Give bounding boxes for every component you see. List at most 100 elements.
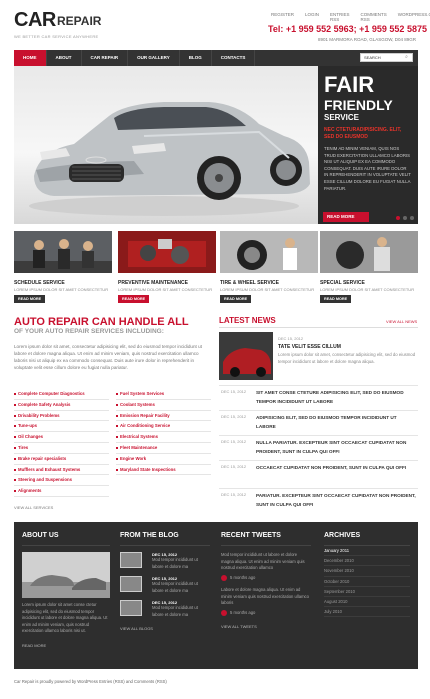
list-item[interactable]: Coolant Systems [116, 400, 211, 411]
archive-link[interactable]: August 2010 [324, 597, 410, 608]
view-all-news-link[interactable]: VIEW ALL NEWS [386, 319, 417, 324]
list-item[interactable]: Complete Safety Analysis [14, 400, 109, 411]
blog-item[interactable]: DEC 15, 2012 Mod tempor incididunt ut la… [120, 600, 210, 618]
news-item: DEC 15, 2012 OCCAECAT CUPIDATAT NON PROI… [219, 460, 418, 485]
news-date: DEC 15, 2012 [221, 389, 247, 394]
toplink-entries-rss[interactable]: ENTRIES RSS [330, 12, 350, 22]
list-item[interactable]: Complete Computer Diagnostics [14, 389, 109, 400]
service-read-more-button[interactable]: READ MORE [118, 295, 150, 303]
services-list-left: Complete Computer Diagnostics Complete S… [14, 389, 109, 497]
service-box-special: SPECIAL SERVICE LOREM IPSUM DOLOR SIT AM… [320, 231, 418, 303]
toplink-comments-rss[interactable]: COMMENTS RSS [361, 12, 387, 22]
about-column: ABOUT US Lorem ipsum dolor sit amet cons… [22, 522, 110, 669]
service-desc: LOREM IPSUM DOLOR SIT AMET CONSECTETUR [14, 287, 109, 292]
list-item[interactable]: Maryland State Inspections [116, 465, 211, 476]
slide-title-service: SERVICE [324, 113, 359, 122]
nav-gallery[interactable]: OUR GALLERY [128, 50, 180, 66]
archive-link[interactable]: September 2010 [324, 587, 410, 597]
archives-column: ARCHIVES January 2011 December 2010 Nove… [324, 522, 410, 669]
blog-text: Mod tempor incididunt ut labore et dolor… [152, 605, 198, 617]
list-item[interactable]: Drivability Problems [14, 411, 109, 422]
blog-item[interactable]: DEC 15, 2012 Mod tempor incididunt ut la… [120, 552, 210, 570]
logo-car[interactable]: CAR [14, 9, 56, 32]
about-read-more-link[interactable]: READ MORE [22, 643, 110, 648]
news-title[interactable]: SIT AMET CONSE CTETURE ADIPISICING ELIT,… [256, 389, 416, 406]
blog-text: Mod tempor incididunt ut labore et dolor… [152, 557, 198, 569]
list-item[interactable]: Brake repair specialists [14, 454, 109, 465]
auto-repair-subtitle: OF YOUR AUTO REPAIR SERVICES INCLUDING: [14, 328, 164, 335]
archive-link[interactable]: July 2010 [324, 607, 410, 618]
archive-link[interactable]: October 2010 [324, 577, 410, 587]
blog-thumbnail[interactable] [120, 552, 142, 568]
nav-contacts[interactable]: CONTACTS [212, 50, 256, 66]
service-desc: LOREM IPSUM DOLOR SIT AMET CONSECTETUR [220, 287, 315, 292]
news-title[interactable]: PARIATUR. EXCEPTEUR SINT OCCAECAT CUPIDA… [256, 492, 416, 509]
slide-title-friendly: FRIENDLY [324, 97, 393, 113]
archive-link[interactable]: December 2010 [324, 556, 410, 567]
view-all-services-link[interactable]: VIEW ALL SERVICES [14, 505, 53, 510]
news-title[interactable]: ADIPISICING ELIT, SED DO EIUSMOD TEMPOR … [256, 414, 416, 431]
divider [22, 545, 110, 546]
list-item[interactable]: Engine Work [116, 454, 211, 465]
about-title: ABOUT US [22, 532, 59, 539]
toplink-register[interactable]: REGISTER [271, 12, 294, 22]
tweets-column: RECENT TWEETS Mod tempor incididunt ut l… [221, 522, 311, 669]
news-title[interactable]: NULLA PARIATUR. EXCEPTEUR SINT OCCAECAT … [256, 439, 416, 456]
toplink-login[interactable]: LOGIN [305, 12, 319, 22]
auto-repair-text: Lorem ipsum dolor sit amet, consectetur … [14, 344, 202, 370]
slide-read-more-button[interactable]: READ MORE [323, 212, 369, 222]
blog-text: Mod tempor incididunt ut labore et dolor… [152, 581, 198, 593]
slider-dot-1[interactable] [396, 216, 400, 220]
list-item[interactable]: Fleet Maintenance [116, 443, 211, 454]
slider-dot-3[interactable] [410, 216, 414, 220]
list-item[interactable]: Tires [14, 443, 109, 454]
nav-about[interactable]: ABOUT [47, 50, 82, 66]
news-featured-title[interactable]: TATE VELIT ESSE CILLUM [278, 344, 341, 350]
blog-thumbnail[interactable] [120, 600, 142, 616]
slider-dot-2[interactable] [403, 216, 407, 220]
list-item[interactable]: Mufflers and Exhaust Systems [14, 465, 109, 476]
list-item[interactable]: Electrical Systems [116, 432, 211, 443]
service-read-more-button[interactable]: READ MORE [320, 295, 352, 303]
list-item[interactable]: Steering and Suspensions [14, 475, 109, 487]
news-featured-image[interactable] [219, 332, 273, 380]
blog-item[interactable]: DEC 15, 2012 Mod tempor incididunt ut la… [120, 576, 210, 594]
service-box-preventive: PREVENTIVE MAINTENANCE LOREM IPSUM DOLOR… [118, 231, 216, 303]
slide-caption-panel: FAIR FRIENDLY SERVICE NEC CTETURADIPISIC… [318, 66, 418, 224]
news-date: DEC 15, 2012 [221, 414, 247, 419]
blog-title: FROM THE BLOG [120, 532, 179, 539]
garage-image [22, 552, 110, 598]
blog-column: FROM THE BLOG DEC 15, 2012 Mod tempor in… [120, 522, 210, 669]
tire-image [220, 231, 318, 273]
news-title[interactable]: OCCAECAT CUPIDATAT NON PROIDENT, SUNT IN… [256, 464, 416, 473]
nav-home[interactable]: HOME [14, 50, 47, 66]
view-all-blogs-link[interactable]: VIEW ALL BLOGS [120, 626, 210, 631]
service-read-more-button[interactable]: READ MORE [14, 295, 46, 303]
auto-repair-title: AUTO REPAIR CAN HANDLE ALL [14, 316, 189, 328]
toplink-wordpress[interactable]: WORDPRESS.ORG [398, 12, 430, 22]
tweet-text: Labore et dolore magna aliqua. Ut enim a… [221, 587, 309, 605]
archive-link[interactable]: November 2010 [324, 566, 410, 577]
list-item[interactable]: Fuel System Services [116, 389, 211, 400]
list-item[interactable]: Oil Changes [14, 432, 109, 443]
news-date: DEC 15, 2012 [221, 439, 247, 444]
list-item[interactable]: Air Conditioning Service [116, 421, 211, 433]
tweets-title: RECENT TWEETS [221, 532, 281, 539]
view-all-tweets-link[interactable]: VIEW ALL TWEETS [221, 624, 311, 629]
tweet-time: 5 months ago [230, 574, 256, 580]
news-item: DEC 15, 2012 NULLA PARIATUR. EXCEPTEUR S… [219, 435, 418, 460]
nav-blog[interactable]: BLOG [180, 50, 212, 66]
service-read-more-button[interactable]: READ MORE [220, 295, 252, 303]
list-item[interactable]: Emission Repair Facility [116, 411, 211, 422]
service-title: TIRE & WHEEL SERVICE [220, 280, 279, 286]
list-item[interactable]: Alignments [14, 486, 109, 497]
archive-link[interactable]: January 2011 [324, 546, 410, 557]
tweet-text: Mod tempor incididunt ut labore et dolor… [221, 552, 305, 570]
list-item[interactable]: Tune-ups [14, 421, 109, 433]
logo-repair[interactable]: REPAIR [57, 14, 101, 28]
service-title: SPECIAL SERVICE [320, 280, 365, 286]
main-nav: HOME ABOUT CAR REPAIR OUR GALLERY BLOG C… [14, 50, 418, 66]
blog-thumbnail[interactable] [120, 576, 142, 592]
nav-car-repair[interactable]: CAR REPAIR [82, 50, 129, 66]
search-icon[interactable]: ⌕ [402, 54, 411, 61]
